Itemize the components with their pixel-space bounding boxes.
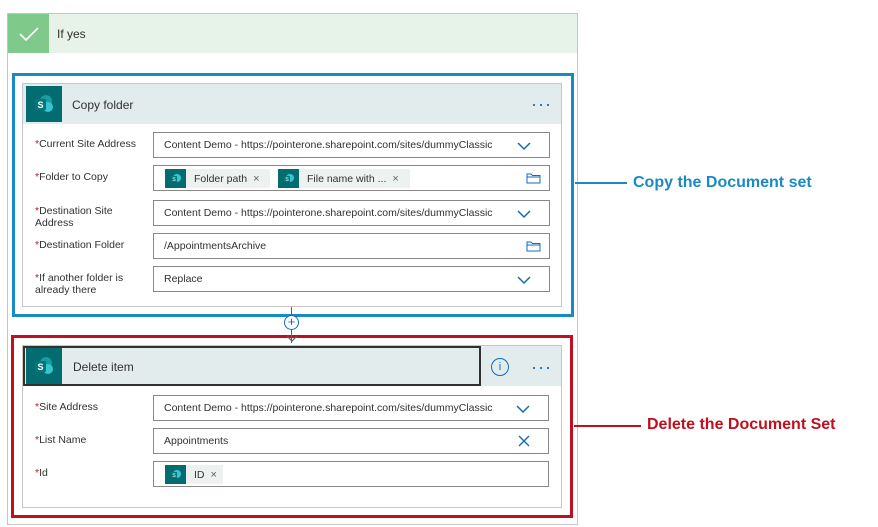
current-site-label: *Current Site Address bbox=[35, 138, 136, 150]
clear-icon[interactable] bbox=[518, 435, 530, 447]
more-options-icon[interactable]: ··· bbox=[531, 95, 552, 113]
chevron-down-icon[interactable] bbox=[516, 275, 532, 285]
folder-icon[interactable] bbox=[526, 241, 541, 252]
remove-token-icon[interactable]: × bbox=[211, 469, 217, 481]
delete-annotation: Delete the Document Set bbox=[647, 416, 836, 433]
if-exists-dropdown[interactable]: Replace bbox=[153, 266, 550, 292]
if-yes-header[interactable]: If yes bbox=[8, 14, 577, 53]
folder-icon[interactable] bbox=[526, 173, 541, 184]
chevron-down-icon[interactable] bbox=[516, 209, 532, 219]
token-file-name[interactable]: S File name with ... × bbox=[278, 169, 410, 188]
id-input[interactable]: S ID × bbox=[153, 461, 549, 487]
sharepoint-icon: S bbox=[26, 348, 62, 384]
destination-site-dropdown[interactable]: Content Demo - https://pointerone.sharep… bbox=[153, 200, 550, 226]
more-options-icon[interactable]: ··· bbox=[531, 358, 552, 376]
site-address-label: *Site Address bbox=[35, 401, 99, 413]
sharepoint-token-icon: S bbox=[278, 169, 299, 188]
sharepoint-icon: S bbox=[26, 86, 62, 122]
list-name-label: *List Name bbox=[35, 434, 87, 446]
destination-folder-input[interactable]: /AppointmentsArchive bbox=[153, 233, 550, 259]
copy-folder-title: Copy folder bbox=[72, 98, 134, 112]
info-icon[interactable]: i bbox=[491, 358, 509, 376]
chevron-down-icon[interactable] bbox=[515, 404, 531, 414]
sharepoint-token-icon: S bbox=[165, 169, 186, 188]
checkmark-icon bbox=[8, 14, 49, 53]
copy-annotation: Copy the Document set bbox=[633, 174, 812, 191]
delete-item-card: S Delete item i ··· *Site Address Conten… bbox=[22, 345, 562, 508]
remove-token-icon[interactable]: × bbox=[392, 173, 398, 185]
delete-item-header[interactable]: S Delete item bbox=[23, 346, 481, 386]
folder-to-copy-input[interactable]: S Folder path × S File name with ... × bbox=[153, 165, 550, 191]
destination-site-label: *Destination Site Address bbox=[35, 205, 113, 229]
id-label: *Id bbox=[35, 467, 48, 479]
delete-item-title: Delete item bbox=[73, 360, 134, 374]
connector-arrow-icon bbox=[286, 335, 298, 342]
svg-text:S: S bbox=[37, 362, 43, 372]
token-id[interactable]: S ID × bbox=[165, 465, 223, 484]
remove-token-icon[interactable]: × bbox=[253, 173, 259, 185]
delete-annotation-line bbox=[574, 425, 641, 427]
copy-annotation-line bbox=[575, 182, 627, 184]
destination-folder-label: *Destination Folder bbox=[35, 239, 125, 251]
token-folder-path[interactable]: S Folder path × bbox=[165, 169, 270, 188]
add-step-icon[interactable]: + bbox=[284, 315, 299, 330]
site-address-dropdown[interactable]: Content Demo - https://pointerone.sharep… bbox=[153, 395, 549, 421]
list-name-dropdown[interactable]: Appointments bbox=[153, 428, 549, 454]
chevron-down-icon[interactable] bbox=[516, 141, 532, 151]
copy-folder-header[interactable]: S Copy folder ··· bbox=[23, 84, 561, 124]
copy-folder-card: S Copy folder ··· *Current Site Address … bbox=[22, 83, 562, 307]
folder-to-copy-label: *Folder to Copy bbox=[35, 171, 108, 183]
sharepoint-token-icon: S bbox=[165, 465, 186, 484]
current-site-dropdown[interactable]: Content Demo - https://pointerone.sharep… bbox=[153, 132, 550, 158]
svg-text:S: S bbox=[37, 100, 43, 110]
if-yes-title: If yes bbox=[57, 27, 86, 41]
if-exists-label: *If another folder is already there bbox=[35, 272, 124, 296]
